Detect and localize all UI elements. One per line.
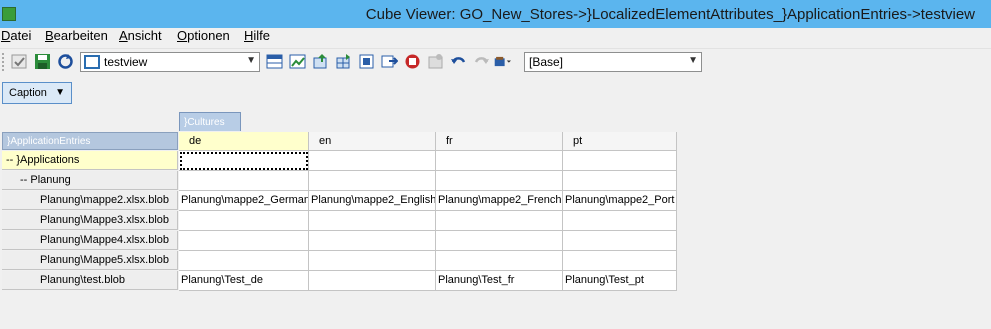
row-header-mappe2[interactable]: Planung\mappe2.xlsx.blob <box>2 191 178 210</box>
chevron-down-icon: ▼ <box>688 55 698 66</box>
grid-cell[interactable] <box>179 251 309 271</box>
caption-select[interactable]: Caption ▼ <box>2 82 72 104</box>
app-icon <box>2 7 16 21</box>
grid-cell[interactable] <box>436 151 563 171</box>
grid-cell[interactable] <box>309 271 436 291</box>
toolbar: testview ▼ [Base] ▼ <box>0 48 991 74</box>
title-bar: Cube Viewer: GO_New_Stores->}LocalizedEl… <box>0 0 991 28</box>
grid-cell[interactable]: Planung\Test_de <box>179 271 309 291</box>
view-select-value: testview <box>104 55 148 69</box>
grid-cell[interactable]: Planung\Test_fr <box>436 271 563 291</box>
grid-cell[interactable] <box>436 251 563 271</box>
menu-optionen[interactable]: Optionen <box>177 28 230 43</box>
row-header-mappe5[interactable]: Planung\Mappe5.xlsx.blob <box>2 251 178 270</box>
redo-icon[interactable] <box>473 53 490 70</box>
grid-cell[interactable]: Planung\mappe2_Port <box>563 191 677 211</box>
column-dimension-tab[interactable]: }Cultures <box>179 112 241 131</box>
row-header-mappe3[interactable]: Planung\Mappe3.xlsx.blob <box>2 211 178 230</box>
undo-icon[interactable] <box>450 53 467 70</box>
commit-icon[interactable] <box>494 53 518 70</box>
save-icon[interactable] <box>34 53 51 70</box>
check-icon[interactable] <box>11 53 28 70</box>
chevron-down-icon: ▼ <box>55 87 65 98</box>
grid-cell[interactable] <box>563 251 677 271</box>
toolbar-grip[interactable] <box>2 53 5 71</box>
refresh-icon[interactable] <box>57 53 74 70</box>
menu-bar: Datei Bearbeiten Ansicht Optionen Hilfe <box>0 28 991 46</box>
grid-cell[interactable] <box>563 151 677 171</box>
row-header-applications[interactable]: -- }Applications <box>2 151 178 170</box>
grid-cell[interactable] <box>436 171 563 191</box>
grid-cell[interactable] <box>309 251 436 271</box>
row-dimension-header[interactable]: }ApplicationEntries <box>2 132 178 150</box>
chart-icon[interactable] <box>289 53 306 70</box>
grid-cell[interactable]: Planung\mappe2_English <box>309 191 436 211</box>
grid-cell[interactable] <box>563 211 677 231</box>
grid-cell[interactable] <box>563 231 677 251</box>
grid-export-icon[interactable] <box>335 53 352 70</box>
table-icon[interactable] <box>266 53 283 70</box>
grid-cell[interactable] <box>309 151 436 171</box>
grid-cell[interactable] <box>309 171 436 191</box>
grid-cell[interactable] <box>179 171 309 191</box>
export-icon[interactable] <box>312 53 329 70</box>
base-select-value: [Base] <box>529 55 564 69</box>
row-header-planung[interactable]: -- Planung <box>2 171 178 190</box>
slice-icon[interactable] <box>358 53 375 70</box>
grid-cell[interactable] <box>179 151 309 171</box>
grid-cell[interactable]: Planung\Test_pt <box>563 271 677 291</box>
grid-cell[interactable]: Planung\mappe2_German <box>179 191 309 211</box>
grid-cell[interactable] <box>436 211 563 231</box>
grid-cell[interactable] <box>309 211 436 231</box>
grid-cell[interactable]: Planung\mappe2_French <box>436 191 563 211</box>
base-select[interactable]: [Base] ▼ <box>524 52 702 72</box>
menu-bearbeiten[interactable]: Bearbeiten <box>45 28 108 43</box>
menu-hilfe[interactable]: Hilfe <box>244 28 270 43</box>
view-icon <box>84 55 100 69</box>
column-header-en[interactable]: en <box>309 132 436 151</box>
window-title: Cube Viewer: GO_New_Stores->}LocalizedEl… <box>365 6 975 23</box>
menu-ansicht[interactable]: Ansicht <box>119 28 162 43</box>
column-header-de[interactable]: de <box>179 132 309 151</box>
chevron-down-icon: ▼ <box>246 55 256 66</box>
grid-cell[interactable] <box>309 231 436 251</box>
grid-cell[interactable] <box>563 171 677 191</box>
grid-cell[interactable] <box>436 231 563 251</box>
grid-cell[interactable] <box>179 211 309 231</box>
caption-select-value: Caption <box>9 87 47 99</box>
grid-cell[interactable] <box>179 231 309 251</box>
row-header-test[interactable]: Planung\test.blob <box>2 271 178 290</box>
row-header-mappe4[interactable]: Planung\Mappe4.xlsx.blob <box>2 231 178 250</box>
stop-icon[interactable] <box>404 53 421 70</box>
column-header-fr[interactable]: fr <box>436 132 563 151</box>
arrow-icon[interactable] <box>381 53 398 70</box>
view-select[interactable]: testview ▼ <box>80 52 260 72</box>
sandbox-icon[interactable] <box>427 53 444 70</box>
column-header-pt[interactable]: pt <box>563 132 677 151</box>
menu-datei[interactable]: Datei <box>1 28 31 43</box>
